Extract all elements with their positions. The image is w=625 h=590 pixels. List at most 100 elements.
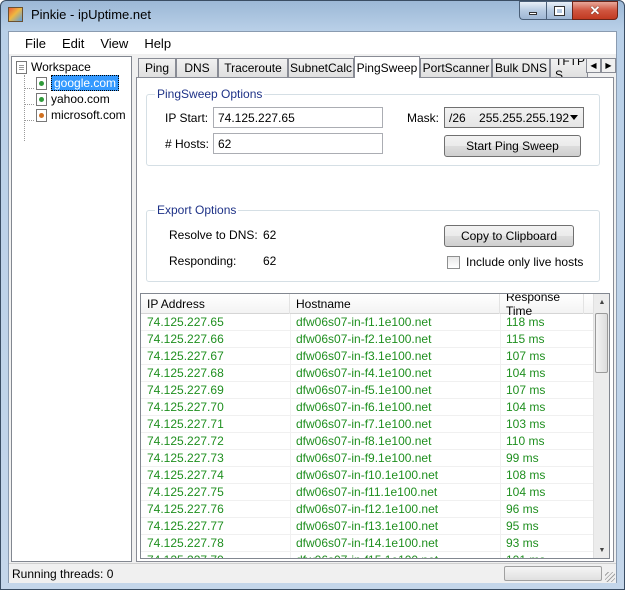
maximize-icon: [554, 5, 565, 16]
live-hosts-checkbox[interactable]: [447, 256, 460, 269]
hostname-cell: dfw06s07-in-f11.1e100.net: [296, 485, 438, 499]
response-time-cell: 104 ms: [506, 485, 546, 499]
table-row[interactable]: 74.125.227.76 dfw06s07-in-f12.1e100.net 96…: [141, 501, 594, 518]
tab-scroll-left-button[interactable]: ◀: [586, 58, 601, 73]
close-button[interactable]: ✕: [572, 1, 618, 20]
ip-address-cell: 74.125.227.72: [147, 434, 224, 448]
tree-node-microsoft[interactable]: microsoft.com: [36, 107, 126, 123]
tree-node-label: Workspace: [31, 60, 91, 74]
table-row[interactable]: 74.125.227.72 dfw06s07-in-f8.1e100.net 110…: [141, 433, 594, 450]
table-row[interactable]: 74.125.227.67 dfw06s07-in-f3.1e100.net 107…: [141, 348, 594, 365]
start-ping-sweep-button[interactable]: Start Ping Sweep: [444, 135, 581, 157]
hostname-cell: dfw06s07-in-f4.1e100.net: [296, 366, 432, 380]
hostname-cell: dfw06s07-in-f5.1e100.net: [296, 383, 432, 397]
column-header-response[interactable]: Response Time: [500, 294, 584, 318]
hostname-cell: dfw06s07-in-f6.1e100.net: [296, 400, 432, 414]
tab-pingsweep[interactable]: PingSweep: [354, 56, 420, 78]
tab-dns[interactable]: DNS: [176, 58, 218, 77]
table-row[interactable]: 74.125.227.73 dfw06s07-in-f9.1e100.net 99 …: [141, 450, 594, 467]
table-row[interactable]: 74.125.227.78 dfw06s07-in-f14.1e100.net 93…: [141, 535, 594, 552]
tree-node-label: google.com: [51, 75, 120, 91]
table-row[interactable]: 74.125.227.75 dfw06s07-in-f11.1e100.net 10…: [141, 484, 594, 501]
response-time-cell: 96 ms: [506, 502, 539, 516]
host-icon: [36, 108, 47, 122]
tree-connector: [24, 88, 34, 89]
tab-traceroute[interactable]: Traceroute: [218, 58, 288, 77]
response-time-cell: 107 ms: [506, 349, 546, 363]
menu-file[interactable]: File: [17, 36, 54, 51]
menu-edit[interactable]: Edit: [54, 36, 92, 51]
scroll-up-button[interactable]: ▲: [594, 294, 609, 310]
ip-address-cell: 74.125.227.71: [147, 417, 224, 431]
menu-view[interactable]: View: [92, 36, 136, 51]
hostname-cell: dfw06s07-in-f9.1e100.net: [296, 451, 432, 465]
table-row[interactable]: 74.125.227.74 dfw06s07-in-f10.1e100.net 10…: [141, 467, 594, 484]
results-scrollbar[interactable]: ▲ ▼: [593, 294, 609, 558]
client-area: File Edit View Help Workspace google.com…: [8, 31, 617, 583]
menu-help[interactable]: Help: [136, 36, 179, 51]
arrow-up-icon: ▲: [598, 298, 606, 306]
live-hosts-label: Include only live hosts: [466, 255, 584, 269]
arrow-left-icon: ◀: [590, 61, 597, 70]
mask-select[interactable]: /26 255.255.255.192: [444, 107, 584, 128]
close-icon: ✕: [589, 2, 601, 18]
tab-subnetcalc[interactable]: SubnetCalc: [288, 58, 354, 77]
resolve-dns-value: 62: [263, 228, 277, 242]
maximize-button[interactable]: [546, 1, 572, 20]
tab-bulk-dns[interactable]: Bulk DNS: [492, 58, 550, 77]
table-row[interactable]: 74.125.227.70 dfw06s07-in-f6.1e100.net 104…: [141, 399, 594, 416]
table-row[interactable]: 74.125.227.65 dfw06s07-in-f1.1e100.net 118…: [141, 314, 594, 331]
hosts-input[interactable]: [213, 133, 383, 154]
response-time-cell: 104 ms: [506, 400, 546, 414]
resolve-dns-label: Resolve to DNS:: [169, 228, 258, 242]
tree-node-workspace[interactable]: Workspace: [16, 59, 91, 75]
tab-portscanner[interactable]: PortScanner: [420, 58, 492, 77]
table-row[interactable]: 74.125.227.69 dfw06s07-in-f5.1e100.net 107…: [141, 382, 594, 399]
scroll-thumb[interactable]: [595, 313, 608, 373]
ip-address-cell: 74.125.227.68: [147, 366, 224, 380]
ip-address-cell: 74.125.227.76: [147, 502, 224, 516]
response-time-cell: 93 ms: [506, 536, 539, 550]
results-list[interactable]: IP Address Hostname Response Time 74.125…: [140, 293, 610, 559]
tab-tftp[interactable]: TFTP S: [550, 58, 588, 77]
resize-grip[interactable]: [605, 572, 615, 582]
status-text: Running threads: 0: [12, 567, 114, 581]
tab-ping[interactable]: Ping: [138, 58, 176, 77]
table-row[interactable]: 74.125.227.77 dfw06s07-in-f13.1e100.net 95…: [141, 518, 594, 535]
response-time-cell: 95 ms: [506, 519, 539, 533]
ip-address-cell: 74.125.227.70: [147, 400, 224, 414]
response-time-cell: 115 ms: [506, 332, 545, 346]
hostname-cell: dfw06s07-in-f1.1e100.net: [296, 315, 432, 329]
table-row[interactable]: 74.125.227.71 dfw06s07-in-f7.1e100.net 103…: [141, 416, 594, 433]
workspace-tree[interactable]: Workspace google.com yahoo.com microsoft…: [11, 56, 132, 562]
mask-select-value: /26 255.255.255.192: [449, 110, 570, 125]
column-header-hostname[interactable]: Hostname: [290, 294, 500, 314]
menu-bar: File Edit View Help: [9, 32, 616, 54]
table-row[interactable]: 74.125.227.68 dfw06s07-in-f4.1e100.net 104…: [141, 365, 594, 382]
ip-start-label: IP Start:: [165, 111, 209, 125]
host-icon: [36, 76, 47, 90]
ip-address-cell: 74.125.227.78: [147, 536, 224, 550]
ip-address-cell: 74.125.227.74: [147, 468, 224, 482]
response-time-cell: 99 ms: [506, 451, 539, 465]
response-time-cell: 103 ms: [506, 417, 546, 431]
ip-start-input[interactable]: [213, 107, 383, 128]
table-row[interactable]: 74.125.227.79 dfw06s07-in-f15.1e100.net 10…: [141, 552, 594, 558]
ip-address-cell: 74.125.227.73: [147, 451, 224, 465]
arrow-right-icon: ▶: [605, 61, 612, 70]
copy-to-clipboard-button[interactable]: Copy to Clipboard: [444, 225, 574, 247]
column-header-ip[interactable]: IP Address: [141, 294, 290, 314]
hostname-cell: dfw06s07-in-f8.1e100.net: [296, 434, 432, 448]
tree-node-google[interactable]: google.com: [36, 75, 120, 91]
tree-connector: [24, 104, 34, 105]
table-row[interactable]: 74.125.227.66 dfw06s07-in-f2.1e100.net 115…: [141, 331, 594, 348]
response-time-cell: 104 ms: [506, 366, 546, 380]
responding-label: Responding:: [169, 254, 237, 268]
status-progress-bar: [504, 566, 602, 581]
tab-scroll-right-button[interactable]: ▶: [601, 58, 616, 73]
title-bar[interactable]: Pinkie - ipUptime.net ✕: [1, 1, 624, 29]
chevron-down-icon: [570, 115, 578, 120]
minimize-button[interactable]: [519, 1, 546, 20]
tree-node-yahoo[interactable]: yahoo.com: [36, 91, 110, 107]
scroll-down-button[interactable]: ▼: [594, 542, 609, 558]
